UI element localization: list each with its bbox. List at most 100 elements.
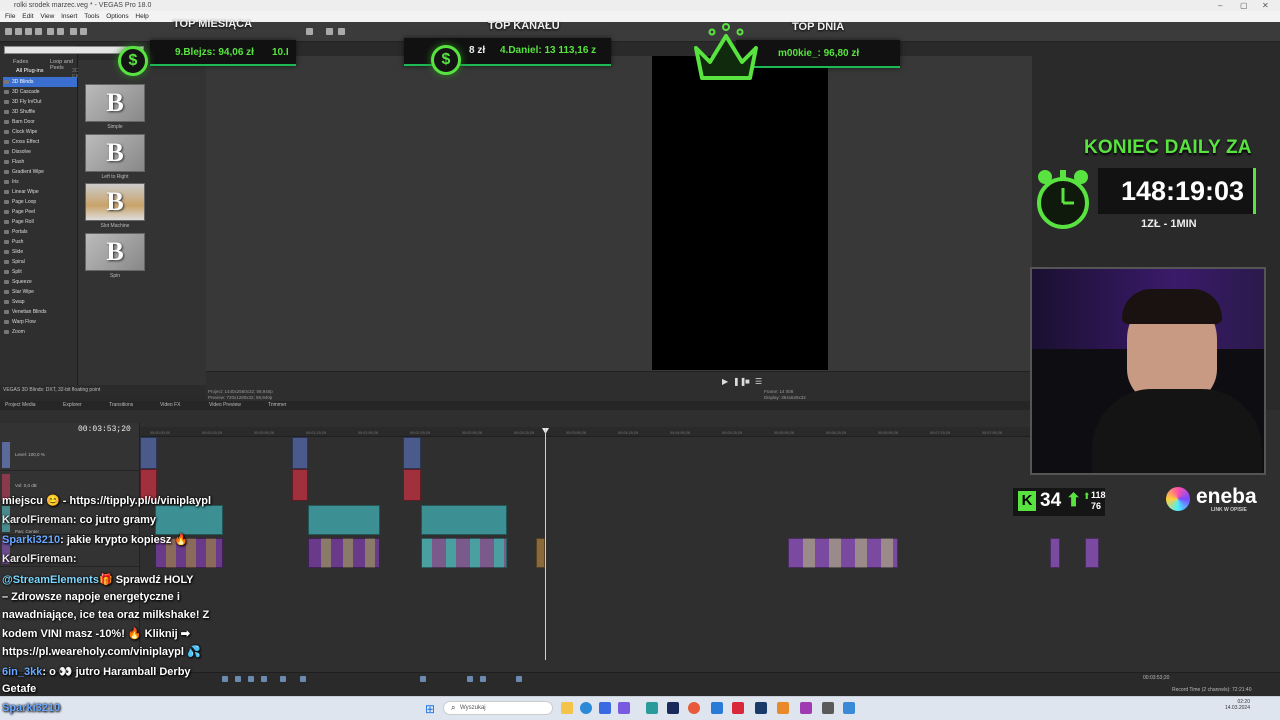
preset-thumbnail-left-to-right[interactable]: B: [85, 134, 145, 172]
video-clip[interactable]: [403, 437, 421, 469]
menu-file[interactable]: File: [5, 13, 15, 20]
redo-icon[interactable]: [80, 28, 87, 35]
video-track-header[interactable]: Level: 100,0 %: [0, 439, 139, 471]
new-file-icon[interactable]: [5, 28, 12, 35]
category-fades[interactable]: Fades: [13, 59, 28, 65]
app-icon[interactable]: [822, 702, 834, 714]
taskbar-search-input[interactable]: Wyszukaj: [443, 701, 553, 715]
settings-icon[interactable]: [57, 28, 64, 35]
transition-item[interactable]: Dissolve: [3, 147, 77, 157]
app-icon[interactable]: [777, 702, 789, 714]
video-clip[interactable]: [1050, 538, 1060, 568]
copy-snapshot-icon[interactable]: [338, 28, 345, 35]
category-all-plugins[interactable]: All Plug-ins: [16, 68, 44, 74]
preset-thumbnail-simple[interactable]: B: [85, 84, 145, 122]
tab-trimmer[interactable]: Trimmer: [268, 401, 286, 410]
audio-clip[interactable]: [292, 469, 308, 501]
video-clip[interactable]: [1085, 538, 1099, 568]
render-icon[interactable]: [35, 28, 42, 35]
transition-item[interactable]: Page Roll: [3, 217, 77, 227]
video-clip[interactable]: [308, 538, 380, 568]
maximize-button[interactable]: ▢: [1240, 0, 1248, 11]
stop-icon[interactable]: ■: [745, 377, 750, 386]
auto-crossfade-icon[interactable]: [516, 676, 522, 682]
transition-item[interactable]: Swap: [3, 297, 77, 307]
snap-icon[interactable]: [467, 676, 473, 682]
envelope-tool-icon[interactable]: [300, 676, 306, 682]
windows-start-icon[interactable]: ⊞: [425, 702, 435, 716]
tab-video-fx[interactable]: Video FX: [160, 401, 180, 410]
play-icon[interactable]: [248, 676, 254, 682]
transition-item[interactable]: Portals: [3, 227, 77, 237]
transition-item[interactable]: Spiral: [3, 257, 77, 267]
transition-item[interactable]: Page Peel: [3, 207, 77, 217]
video-clip[interactable]: [292, 437, 308, 469]
transition-item[interactable]: Venetian Blinds: [3, 307, 77, 317]
transition-item[interactable]: Barn Door: [3, 117, 77, 127]
play-icon[interactable]: ▶: [722, 377, 728, 386]
tab-project-media[interactable]: Project Media: [5, 401, 36, 410]
minimize-button[interactable]: –: [1218, 0, 1222, 11]
menu-insert[interactable]: Insert: [61, 13, 77, 20]
next-frame-icon[interactable]: [261, 676, 267, 682]
timeline-ruler[interactable]: 00:00:00;00 00:00:29;29 00:00:59;28 00:01:2…: [140, 427, 1030, 437]
app-icon[interactable]: [646, 702, 658, 714]
transition-item[interactable]: Gradient Wipe: [3, 167, 77, 177]
menu-tools[interactable]: Tools: [84, 13, 99, 20]
transition-item[interactable]: Clock Wipe: [3, 127, 77, 137]
save-icon[interactable]: [25, 28, 32, 35]
app-icon[interactable]: [800, 702, 812, 714]
preset-thumbnail-slot-machine[interactable]: B: [85, 183, 145, 221]
transition-item[interactable]: 3D Cascade: [3, 87, 77, 97]
transition-item[interactable]: Flash: [3, 157, 77, 167]
video-clip[interactable]: [536, 538, 545, 568]
text-clip[interactable]: [421, 505, 507, 535]
undo-icon[interactable]: [70, 28, 77, 35]
menu-help[interactable]: Help: [135, 13, 148, 20]
video-clip[interactable]: [788, 538, 898, 568]
properties-icon[interactable]: [47, 28, 54, 35]
transition-item[interactable]: Linear Wipe: [3, 187, 77, 197]
transition-item[interactable]: Star Wipe: [3, 287, 77, 297]
text-clip[interactable]: [308, 505, 380, 535]
store-icon[interactable]: [599, 702, 611, 714]
playhead-line[interactable]: [545, 428, 546, 660]
video-clip[interactable]: [140, 437, 157, 469]
ripple-edit-icon[interactable]: [480, 676, 486, 682]
transition-item[interactable]: Zoom: [3, 327, 77, 337]
open-file-icon[interactable]: [15, 28, 22, 35]
tab-explorer[interactable]: Explorer: [63, 401, 82, 410]
transition-item[interactable]: Push: [3, 237, 77, 247]
transition-item[interactable]: Iris: [3, 177, 77, 187]
system-clock[interactable]: 02:20 14.03.2024: [1205, 699, 1250, 711]
video-preview-window[interactable]: [206, 56, 1032, 371]
steam-icon[interactable]: [755, 702, 767, 714]
transition-item[interactable]: 3D Blinds: [3, 77, 77, 87]
transition-item[interactable]: Warp Flow: [3, 317, 77, 327]
tab-video-preview[interactable]: Video Preview: [209, 401, 241, 410]
split-screen-icon[interactable]: [326, 28, 333, 35]
app-icon[interactable]: [711, 702, 723, 714]
audio-clip[interactable]: [403, 469, 421, 501]
transition-item[interactable]: 3D Fly In/Out: [3, 97, 77, 107]
transition-item[interactable]: Split: [3, 267, 77, 277]
vegas-pro-icon[interactable]: [667, 702, 679, 714]
app-icon[interactable]: [732, 702, 744, 714]
menu-icon[interactable]: ☰: [755, 377, 762, 386]
edit-tool-icon[interactable]: [280, 676, 286, 682]
edge-browser-icon[interactable]: [580, 702, 592, 714]
preset-thumbnail-spin[interactable]: B: [85, 233, 145, 271]
transition-item[interactable]: 3D Shuffle: [3, 107, 77, 117]
file-explorer-icon[interactable]: [561, 702, 573, 714]
menu-view[interactable]: View: [40, 13, 54, 20]
menu-edit[interactable]: Edit: [22, 13, 33, 20]
tab-transitions[interactable]: Transitions: [109, 401, 133, 410]
prev-frame-icon[interactable]: [235, 676, 241, 682]
transition-item[interactable]: Squeeze: [3, 277, 77, 287]
transition-item[interactable]: Slide: [3, 247, 77, 257]
transition-item[interactable]: Cross Effect: [3, 137, 77, 147]
app-icon[interactable]: [843, 702, 855, 714]
opera-icon[interactable]: [688, 702, 700, 714]
teams-icon[interactable]: [618, 702, 630, 714]
menu-options[interactable]: Options: [106, 13, 128, 20]
